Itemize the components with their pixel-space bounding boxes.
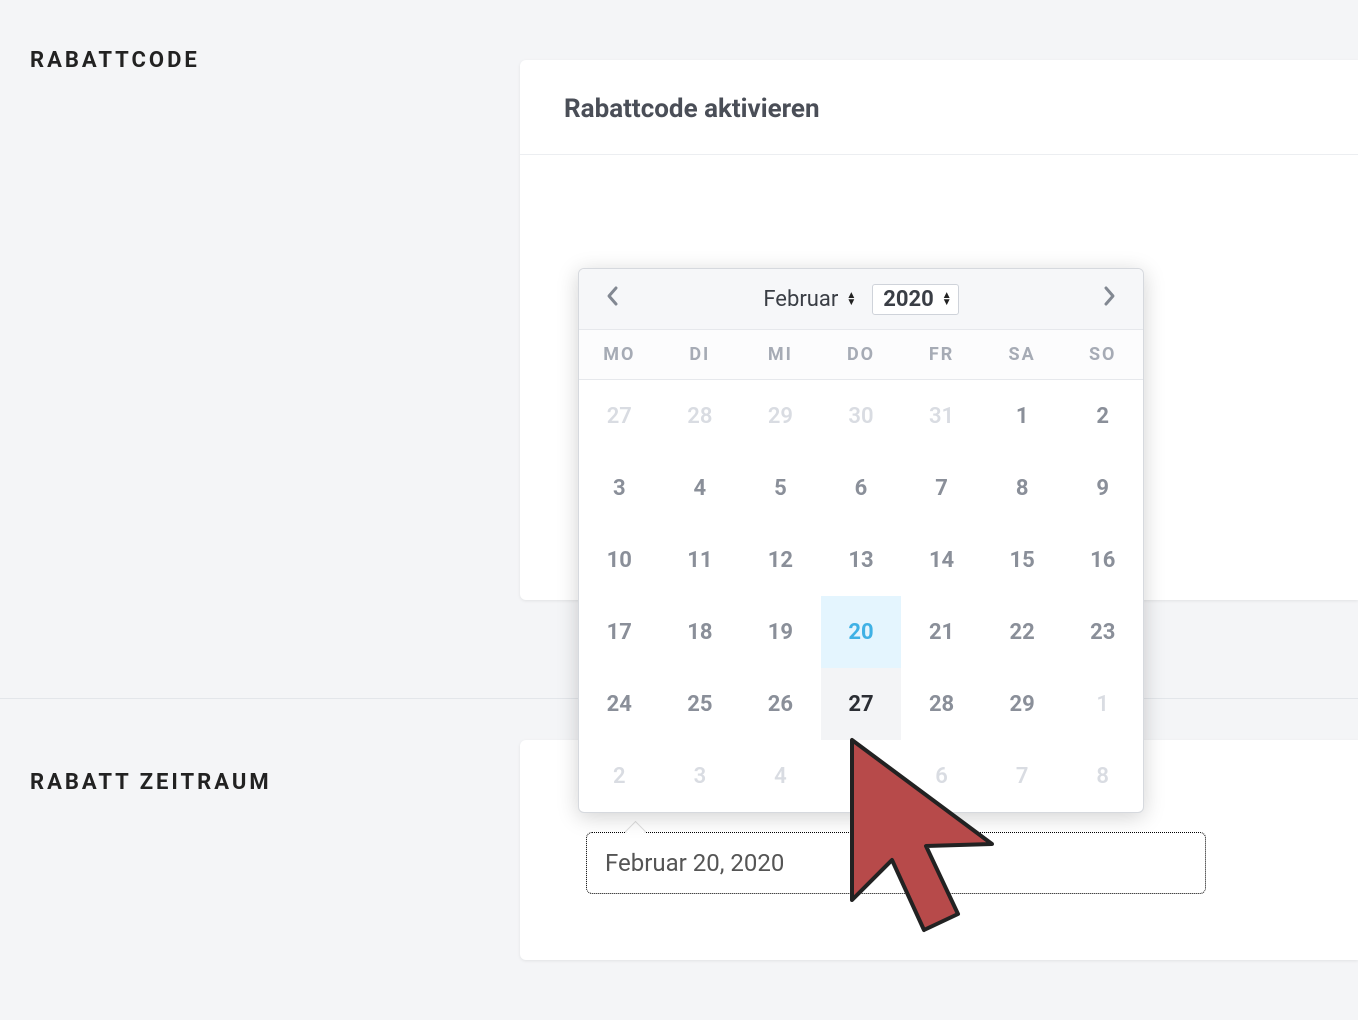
- calendar-month-year: Februar ▲▼ 2020 ▲▼: [763, 284, 958, 315]
- calendar-day[interactable]: 6: [821, 452, 902, 524]
- calendar-day[interactable]: 1: [1062, 668, 1143, 740]
- calendar-day[interactable]: 25: [660, 668, 741, 740]
- calendar-weekday: MO: [579, 330, 660, 379]
- calendar-day[interactable]: 4: [740, 740, 821, 812]
- calendar-day[interactable]: 24: [579, 668, 660, 740]
- prev-month-button[interactable]: [593, 279, 633, 319]
- calendar-day[interactable]: 29: [982, 668, 1063, 740]
- month-label: Februar: [763, 287, 838, 312]
- calendar-day[interactable]: 6: [901, 740, 982, 812]
- year-label: 2020: [883, 287, 934, 312]
- calendar-day[interactable]: 27: [579, 380, 660, 452]
- calendar-day[interactable]: 11: [660, 524, 741, 596]
- spinner-icon: ▲▼: [942, 292, 952, 306]
- calendar-day[interactable]: 2: [579, 740, 660, 812]
- date-picker: Februar ▲▼ 2020 ▲▼ MODIMIDOFRSASO 272829…: [578, 268, 1144, 813]
- calendar-day[interactable]: 5: [740, 452, 821, 524]
- calendar-day[interactable]: 5: [821, 740, 902, 812]
- calendar-header: Februar ▲▼ 2020 ▲▼: [579, 269, 1143, 330]
- calendar-day[interactable]: 22: [982, 596, 1063, 668]
- calendar-day[interactable]: 8: [1062, 740, 1143, 812]
- calendar-day[interactable]: 2: [1062, 380, 1143, 452]
- date-input-wrap: [586, 832, 1206, 894]
- chevron-right-icon: [1101, 284, 1117, 314]
- calendar-day[interactable]: 12: [740, 524, 821, 596]
- calendar-weekday: DO: [821, 330, 902, 379]
- chevron-left-icon: [605, 284, 621, 314]
- calendar-day[interactable]: 23: [1062, 596, 1143, 668]
- calendar-weekday: MI: [740, 330, 821, 379]
- calendar-day[interactable]: 9: [1062, 452, 1143, 524]
- next-month-button[interactable]: [1089, 279, 1129, 319]
- calendar-day[interactable]: 26: [740, 668, 821, 740]
- calendar-day[interactable]: 13: [821, 524, 902, 596]
- calendar-day[interactable]: 18: [660, 596, 741, 668]
- section-label-rabattcode: RABATTCODE: [30, 48, 200, 73]
- year-select[interactable]: 2020 ▲▼: [872, 284, 958, 315]
- calendar-weekday: DI: [660, 330, 741, 379]
- calendar-weekday: SO: [1062, 330, 1143, 379]
- start-date-input[interactable]: [586, 832, 1206, 894]
- calendar-day[interactable]: 10: [579, 524, 660, 596]
- calendar-day[interactable]: 14: [901, 524, 982, 596]
- month-select[interactable]: Februar ▲▼: [763, 287, 856, 312]
- calendar-day[interactable]: 7: [901, 452, 982, 524]
- calendar-day[interactable]: 21: [901, 596, 982, 668]
- calendar-day[interactable]: 28: [901, 668, 982, 740]
- calendar-grid: 2728293031123456789101112131415161718192…: [579, 380, 1143, 812]
- calendar-weekdays: MODIMIDOFRSASO: [579, 330, 1143, 380]
- calendar-day[interactable]: 20: [821, 596, 902, 668]
- calendar-day[interactable]: 7: [982, 740, 1063, 812]
- calendar-day[interactable]: 3: [660, 740, 741, 812]
- calendar-day[interactable]: 1: [982, 380, 1063, 452]
- spinner-icon: ▲▼: [846, 292, 856, 306]
- calendar-day[interactable]: 29: [740, 380, 821, 452]
- calendar-day[interactable]: 16: [1062, 524, 1143, 596]
- calendar-day[interactable]: 8: [982, 452, 1063, 524]
- calendar-day[interactable]: 30: [821, 380, 902, 452]
- calendar-day[interactable]: 28: [660, 380, 741, 452]
- calendar-day[interactable]: 4: [660, 452, 741, 524]
- card-header: Rabattcode aktivieren: [520, 60, 1358, 155]
- section-label-zeitraum: RABATT ZEITRAUM: [30, 770, 272, 795]
- calendar-weekday: FR: [901, 330, 982, 379]
- calendar-day[interactable]: 15: [982, 524, 1063, 596]
- calendar-day[interactable]: 17: [579, 596, 660, 668]
- calendar-day[interactable]: 27: [821, 668, 902, 740]
- card-title: Rabattcode aktivieren: [564, 94, 1314, 124]
- calendar-day[interactable]: 31: [901, 380, 982, 452]
- calendar-day[interactable]: 19: [740, 596, 821, 668]
- calendar-weekday: SA: [982, 330, 1063, 379]
- calendar-day[interactable]: 3: [579, 452, 660, 524]
